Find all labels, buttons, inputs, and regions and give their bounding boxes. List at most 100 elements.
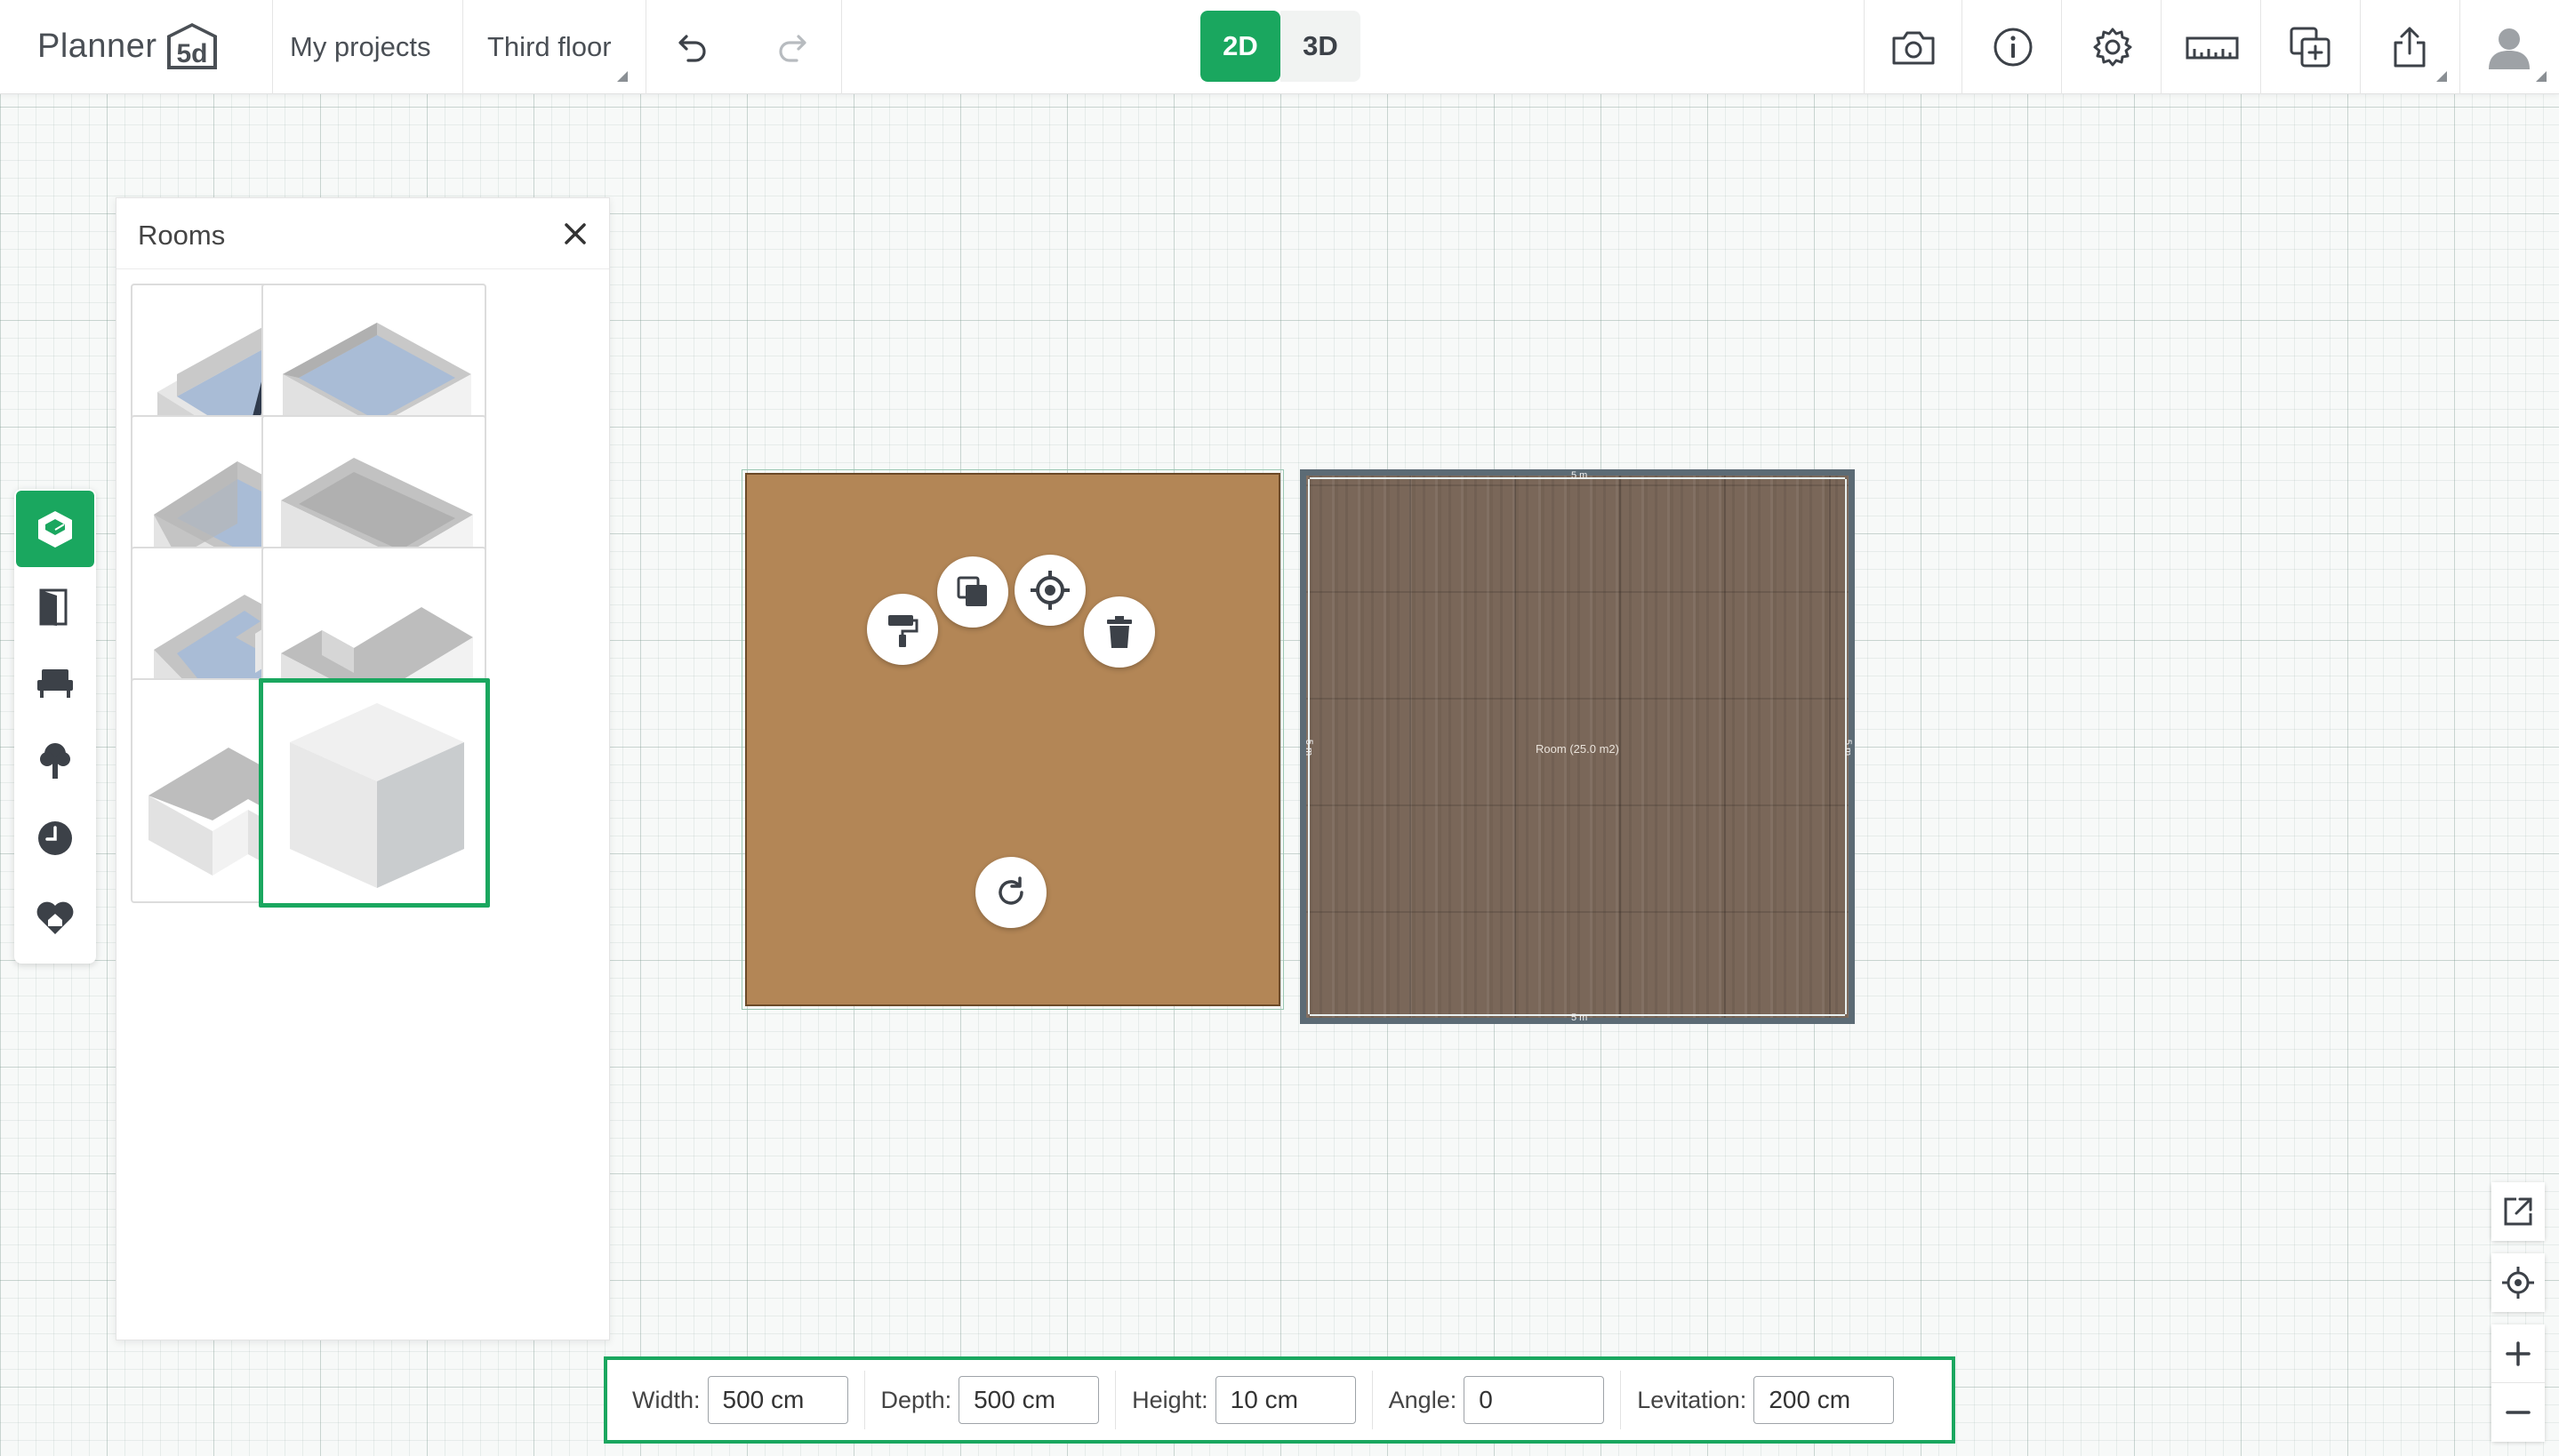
room-solid-box[interactable] [259, 678, 490, 908]
measure-button[interactable] [2184, 20, 2241, 74]
angle-property: Angle: [1373, 1371, 1622, 1429]
focus-button[interactable] [1015, 555, 1086, 626]
duplicate-button[interactable] [937, 556, 1008, 628]
divider [2260, 0, 2261, 94]
app-logo[interactable]: Planner 5d [37, 14, 222, 78]
close-icon [565, 223, 586, 244]
room-cube-icon [38, 511, 72, 548]
logo-text: Planner [37, 27, 157, 65]
center-view-button[interactable] [2491, 1253, 2545, 1312]
gear-icon [2093, 28, 2132, 67]
angle-input[interactable] [1464, 1376, 1605, 1424]
open-external-button[interactable] [2491, 1182, 2545, 1241]
settings-button[interactable] [2086, 20, 2139, 74]
tree-icon [40, 743, 70, 779]
user-dropdown-indicator [2536, 71, 2547, 82]
floor-dropdown-indicator [617, 71, 628, 82]
zoom-controls [2491, 1324, 2545, 1442]
clock-icon [38, 821, 72, 855]
room-area-label: Room (25.0 m2) [1536, 742, 1619, 756]
divider [272, 0, 273, 94]
trash-icon [1107, 616, 1132, 648]
user-menu-button[interactable] [2483, 20, 2536, 74]
paint-button[interactable] [867, 594, 938, 665]
open-external-control [2491, 1182, 2545, 1241]
divider [2360, 0, 2361, 94]
center-view-control [2491, 1253, 2545, 1312]
height-input[interactable] [1215, 1376, 1356, 1424]
levitation-label: Levitation: [1637, 1386, 1747, 1413]
heart-house-icon [36, 901, 74, 934]
rotate-button[interactable] [975, 857, 1047, 928]
floor-selector[interactable]: Third floor [487, 0, 612, 94]
my-projects-link[interactable]: My projects [290, 0, 430, 94]
view-2d-button[interactable]: 2D [1200, 11, 1280, 82]
undo-icon [678, 35, 706, 62]
dimension-top: 5 m [1571, 470, 1588, 481]
height-property: Height: [1116, 1371, 1373, 1429]
favorites-tool[interactable] [16, 878, 94, 955]
plus-icon [2506, 1340, 2531, 1366]
depth-input[interactable] [959, 1376, 1100, 1424]
door-icon [39, 588, 68, 626]
doors-tool[interactable] [16, 569, 94, 645]
panel-title: Rooms [138, 220, 226, 251]
dimension-bottom: 5 m [1571, 1012, 1588, 1023]
divider [2061, 0, 2062, 94]
rooms-tool[interactable] [16, 491, 94, 567]
minus-icon [2506, 1411, 2531, 1414]
levitation-property: Levitation: [1621, 1371, 1910, 1429]
snapshot-button[interactable] [1887, 20, 1940, 74]
redo-icon [779, 35, 806, 62]
recent-tool[interactable] [16, 800, 94, 876]
divider [2161, 0, 2162, 94]
view-mode-toggle: 2D 3D [1200, 11, 1360, 82]
add-copy-button[interactable] [2283, 20, 2337, 74]
logo-badge-icon: 5d [167, 23, 218, 69]
room-floor-object[interactable]: 5 m 5 m 5 m 5 m Room (25.0 m2) [1300, 469, 1855, 1024]
camera-icon [1892, 31, 1935, 65]
ruler-icon [2186, 36, 2239, 60]
levitation-input[interactable] [1753, 1376, 1895, 1424]
object-properties-bar: Width: Depth: Height: Angle: Levitation: [604, 1356, 1955, 1444]
exterior-tool[interactable] [16, 722, 94, 798]
info-button[interactable] [1986, 20, 2040, 74]
zoom-out-button[interactable] [2491, 1383, 2545, 1442]
width-input[interactable] [707, 1376, 848, 1424]
focus-icon [1031, 571, 1070, 610]
divider [1864, 0, 1865, 94]
angle-label: Angle: [1388, 1386, 1457, 1413]
top-toolbar: Planner 5d My projects Third floor 2D 3D [0, 0, 2559, 94]
info-icon [1993, 28, 2033, 67]
share-icon [2394, 27, 2426, 68]
paint-roller-icon [888, 615, 919, 647]
height-label: Height: [1132, 1386, 1208, 1413]
logo-badge-text: 5d [177, 39, 208, 68]
user-avatar-icon [2489, 28, 2530, 69]
add-copy-icon [2290, 27, 2330, 68]
rotate-icon [999, 876, 1023, 905]
rooms-panel: Rooms [116, 197, 610, 1340]
selected-box-object[interactable] [742, 469, 1284, 1010]
width-property: Width: [616, 1371, 865, 1429]
redo-button[interactable] [765, 20, 818, 74]
panel-header: Rooms [116, 198, 609, 269]
zoom-in-button[interactable] [2491, 1324, 2545, 1383]
furniture-tool[interactable] [16, 645, 94, 722]
category-toolbar [14, 489, 96, 964]
width-label: Width: [632, 1386, 701, 1413]
sofa-icon [37, 669, 73, 698]
delete-button[interactable] [1084, 596, 1155, 668]
undo-button[interactable] [667, 20, 720, 74]
external-link-icon [2504, 1197, 2532, 1226]
depth-label: Depth: [880, 1386, 952, 1413]
close-panel-button[interactable] [558, 216, 593, 252]
depth-property: Depth: [865, 1371, 1117, 1429]
share-dropdown-indicator [2436, 71, 2447, 82]
divider [841, 0, 842, 94]
duplicate-icon [957, 576, 987, 606]
view-3d-button[interactable]: 3D [1280, 11, 1360, 82]
share-button[interactable] [2383, 20, 2436, 74]
divider [1961, 0, 1962, 94]
room-solid-box-thumbnail [290, 703, 464, 888]
